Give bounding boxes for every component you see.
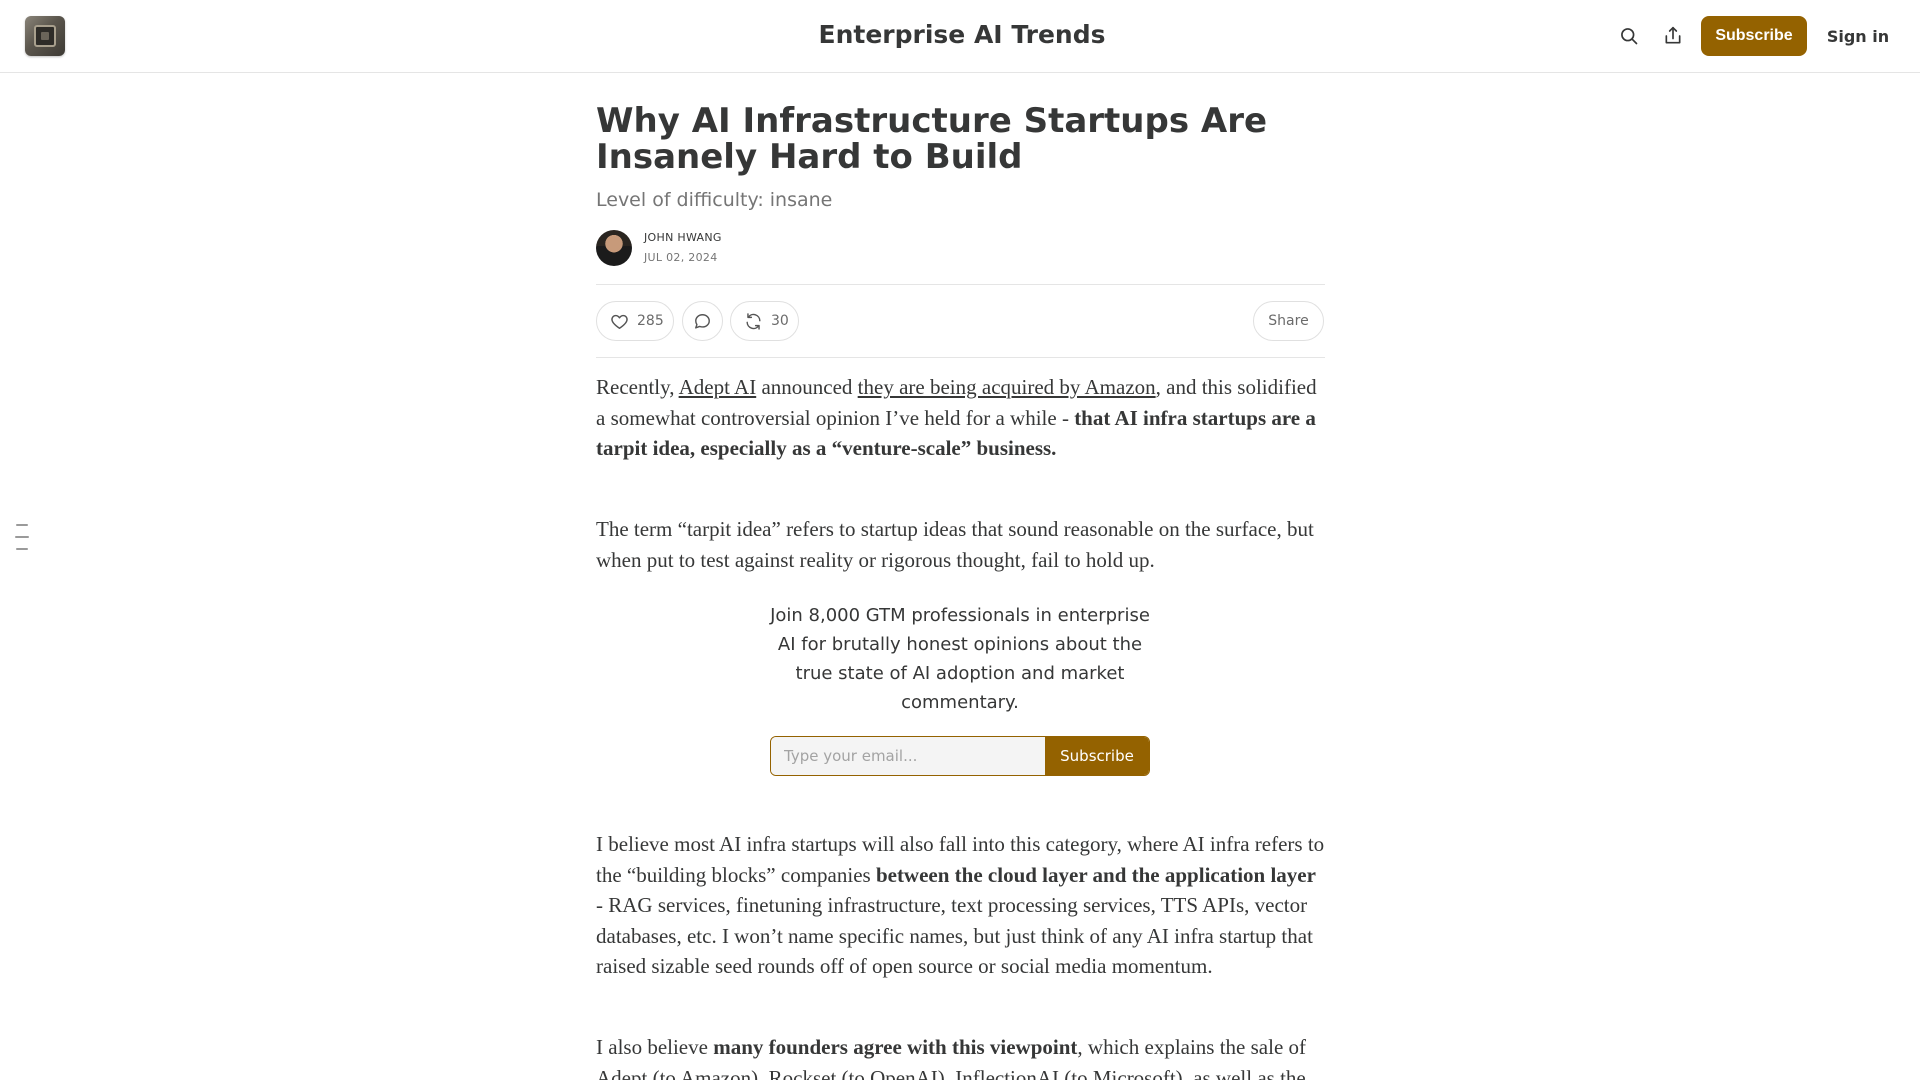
author-avatar[interactable] (596, 230, 632, 266)
paragraph: I believe most AI infra startups will al… (596, 829, 1325, 982)
bold-text: between the cloud layer and the applicat… (875, 862, 1316, 887)
toc-line (15, 536, 29, 538)
table-of-contents-toggle[interactable] (15, 524, 29, 560)
search-button[interactable] (1615, 22, 1643, 50)
toc-line (16, 524, 28, 526)
toc-line (16, 548, 28, 550)
paragraph-text: announced (756, 375, 858, 399)
author-name[interactable]: JOHN HWANG (644, 231, 722, 244)
divider (596, 357, 1325, 358)
top-nav-bar: Enterprise AI Trends Subscribe Sign in (0, 0, 1920, 73)
paragraph-text: - RAG services, finetuning infrastructur… (596, 893, 1313, 978)
paragraph-text: I also believe (596, 1035, 714, 1059)
heart-icon (611, 314, 628, 329)
comment-button[interactable] (682, 301, 723, 341)
paragraph: Recently, Adept AI announced they are be… (596, 372, 1325, 464)
adept-ai-link[interactable]: Adept AI (679, 375, 757, 399)
subscribe-button[interactable]: Subscribe (1701, 16, 1807, 56)
like-count: 285 (637, 313, 664, 329)
share-icon (1665, 26, 1681, 44)
article-subtitle: Level of difficulty: insane (596, 189, 833, 211)
paragraph-text: Recently, (596, 375, 679, 399)
comment-icon (695, 313, 710, 329)
subscribe-form-button[interactable]: Subscribe (1045, 737, 1149, 775)
paragraph: The term “tarpit idea” refers to startup… (596, 517, 1314, 572)
restack-count: 30 (771, 313, 789, 329)
subscribe-widget-text: Join 8,000 GTM professionals in enterpri… (770, 605, 1150, 713)
search-icon (1621, 28, 1638, 45)
paragraph: I also believe many founders agree with … (596, 1032, 1325, 1080)
sign-in-link[interactable]: Sign in (1818, 16, 1898, 56)
restack-button[interactable]: 30 (730, 301, 799, 341)
share-page-button[interactable] (1659, 22, 1687, 50)
post-date: JUL 02, 2024 (644, 251, 718, 264)
email-input[interactable] (771, 737, 1045, 775)
amazon-acquisition-link[interactable]: they are being acquired by Amazon (858, 375, 1156, 399)
divider (596, 284, 1325, 285)
like-button[interactable]: 285 (596, 301, 674, 341)
share-button[interactable]: Share (1253, 301, 1324, 341)
article-title: Why AI Infrastructure Startups Are Insan… (596, 101, 1268, 177)
subscribe-form: Subscribe (770, 736, 1150, 776)
restack-icon (746, 312, 761, 330)
bold-text: many founders agree with this viewpoint (713, 1035, 1078, 1059)
